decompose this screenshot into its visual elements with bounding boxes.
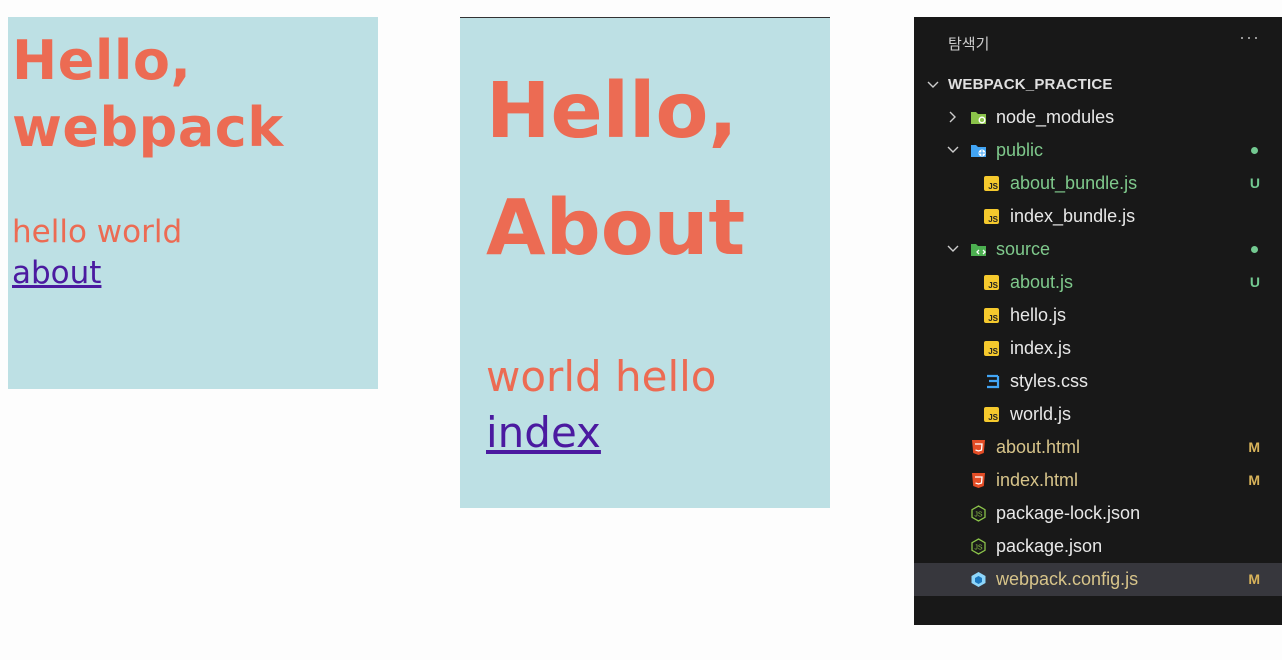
tree-item-label: styles.css xyxy=(1010,371,1089,391)
index-link[interactable]: index xyxy=(486,410,601,456)
node-json-icon: JS xyxy=(970,505,987,522)
tree-item-label: public xyxy=(996,140,1044,160)
chevron-right-icon[interactable] xyxy=(946,110,960,124)
chevron-down-icon[interactable] xyxy=(946,143,960,157)
js-file-icon: JS xyxy=(984,407,999,422)
tree-folder-public[interactable]: public xyxy=(914,134,1282,167)
js-file-icon: JS xyxy=(984,209,999,224)
page-text: world hello xyxy=(486,352,717,401)
svg-text:JS: JS xyxy=(974,512,983,519)
js-file-icon: JS xyxy=(984,275,999,290)
index-page-preview: Hello, webpack hello world about xyxy=(8,17,378,389)
page-text: hello world xyxy=(12,214,183,250)
tree-item-label: about_bundle.js xyxy=(1010,173,1138,193)
tree-item-label: hello.js xyxy=(1010,305,1067,325)
changes-dot xyxy=(1251,147,1258,154)
about-link[interactable]: about xyxy=(12,256,101,290)
tree-item-label: node_modules xyxy=(996,107,1115,127)
js-file-icon: JS xyxy=(984,176,999,191)
tree-file-about-bundle-js[interactable]: JS about_bundle.js U xyxy=(914,167,1282,200)
about-page-preview: Hello, About world hello index xyxy=(460,17,830,508)
modified-badge: M xyxy=(1248,571,1260,587)
html-file-icon xyxy=(970,439,987,456)
page-heading: Hello, webpack xyxy=(12,29,284,159)
chevron-down-icon[interactable] xyxy=(946,242,960,256)
untracked-badge: U xyxy=(1249,175,1260,191)
tree-item-label: about.js xyxy=(1010,272,1074,292)
tree-file-about-js[interactable]: JS about.js U xyxy=(914,266,1282,299)
js-file-icon: JS xyxy=(984,341,999,356)
explorer-header: 탐색기 ··· xyxy=(914,17,1282,67)
tree-item-label: webpack.config.js xyxy=(996,569,1139,589)
html-file-icon xyxy=(970,472,987,489)
tree-file-styles-css[interactable]: styles.css xyxy=(914,365,1282,398)
tree-file-index-bundle-js[interactable]: JS index_bundle.js xyxy=(914,200,1282,233)
tree-folder-source[interactable]: source xyxy=(914,233,1282,266)
tree-file-world-js[interactable]: JS world.js xyxy=(914,398,1282,431)
tree-item-label: package-lock.json xyxy=(996,503,1141,523)
js-file-icon: JS xyxy=(984,308,999,323)
workspace-root-label: WEBPACK_PRACTICE xyxy=(948,76,1113,93)
tree-item-label: world.js xyxy=(1010,404,1072,424)
tree-file-index-js[interactable]: JS index.js xyxy=(914,332,1282,365)
css-file-icon xyxy=(984,373,1001,390)
tree-item-label: index.html xyxy=(996,470,1079,490)
tree-file-package-json[interactable]: JS package.json xyxy=(914,530,1282,563)
untracked-badge: U xyxy=(1249,274,1260,290)
explorer-title: 탐색기 xyxy=(948,36,990,53)
node-json-icon: JS xyxy=(970,538,987,555)
tree-file-about-html[interactable]: about.html M xyxy=(914,431,1282,464)
tree-item-label: about.html xyxy=(996,437,1081,457)
tree-file-webpack-config-js[interactable]: webpack.config.js M xyxy=(914,563,1282,596)
webpack-icon xyxy=(970,571,987,588)
tree-item-label: index.js xyxy=(1010,338,1072,358)
tree-file-package-lock-json[interactable]: JS package-lock.json xyxy=(914,497,1282,530)
folder-public-icon xyxy=(970,142,987,159)
tree-file-hello-js[interactable]: JS hello.js xyxy=(914,299,1282,332)
modified-badge: M xyxy=(1248,472,1260,488)
tree-folder-node-modules[interactable]: node_modules xyxy=(914,101,1282,134)
tree-item-label: index_bundle.js xyxy=(1010,206,1136,226)
modified-badge: M xyxy=(1248,439,1260,455)
folder-node-icon xyxy=(970,109,987,126)
folder-source-icon xyxy=(970,241,987,258)
more-actions-icon[interactable]: ··· xyxy=(1239,27,1260,48)
chevron-down-icon xyxy=(927,81,939,88)
tree-file-index-html[interactable]: index.html M xyxy=(914,464,1282,497)
changes-dot xyxy=(1251,246,1258,253)
workspace-root[interactable]: WEBPACK_PRACTICE xyxy=(914,73,1282,101)
tree-item-label: source xyxy=(996,239,1051,259)
page-heading: Hello, About xyxy=(486,67,746,273)
svg-text:JS: JS xyxy=(974,545,983,552)
tree-item-label: package.json xyxy=(996,536,1103,556)
file-explorer: 탐색기 ··· WEBPACK_PRACTICE node_modulespub… xyxy=(914,17,1282,625)
